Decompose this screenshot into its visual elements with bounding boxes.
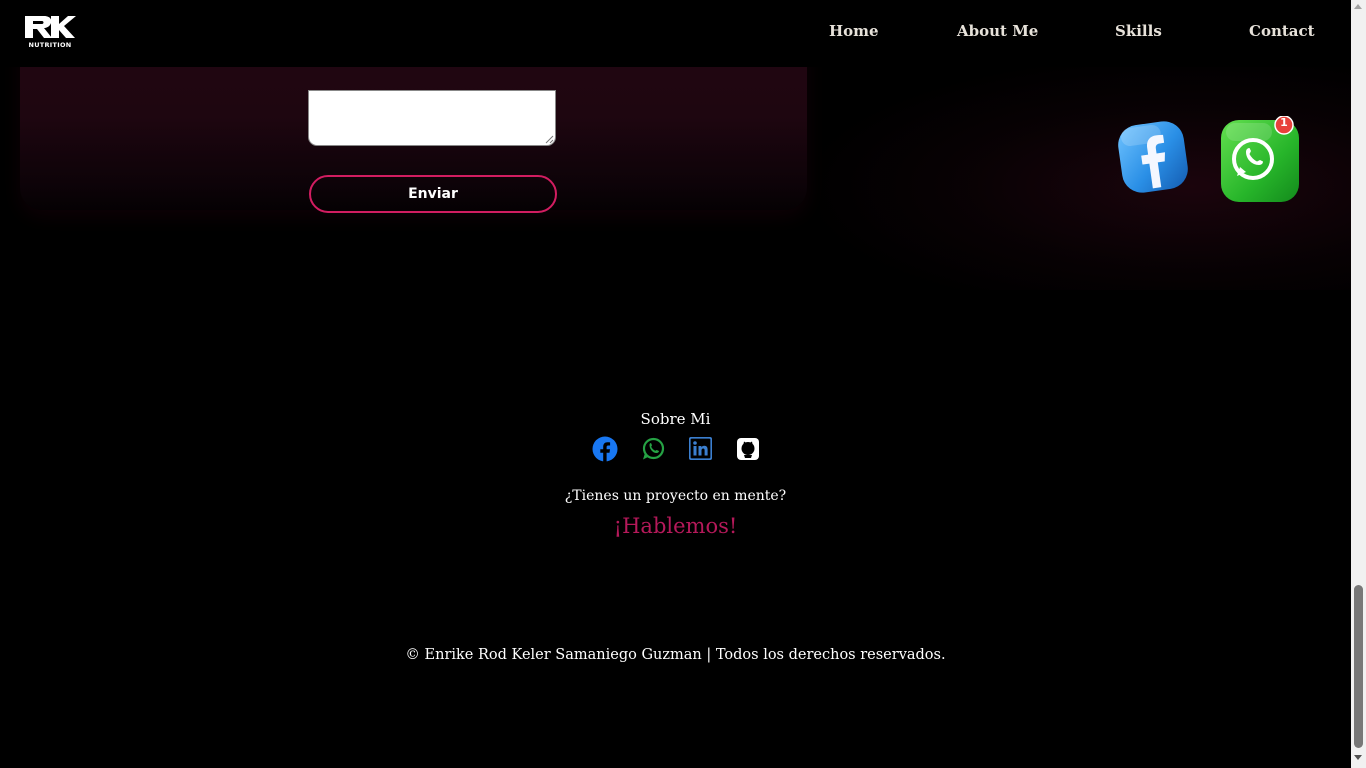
social-links	[592, 436, 762, 462]
notification-badge: 1	[1280, 116, 1288, 129]
resize-handle-icon[interactable]	[545, 135, 554, 144]
linkedin-icon[interactable]	[688, 436, 714, 462]
facebook-app-icon[interactable]	[1116, 118, 1190, 196]
footer-about-title: Sobre Mi	[640, 410, 711, 428]
scrollbar-thumb[interactable]	[1354, 585, 1363, 748]
nav-home[interactable]: Home	[829, 22, 879, 40]
whatsapp-icon[interactable]	[640, 436, 666, 462]
whatsapp-app-icon[interactable]	[1220, 116, 1302, 204]
logo-subtext: NUTRITION	[28, 41, 72, 49]
message-textarea[interactable]	[308, 90, 556, 146]
nav-about-me[interactable]: About Me	[957, 22, 1038, 40]
page: Enviar 1 NUTRITION Home About Me Skills …	[0, 0, 1351, 768]
send-button[interactable]: Enviar	[309, 175, 557, 213]
nav-skills[interactable]: Skills	[1115, 22, 1162, 40]
site-header: NUTRITION Home About Me Skills Contact	[0, 0, 1351, 67]
copyright-text: © Enrike Rod Keler Samaniego Guzman | To…	[405, 647, 946, 663]
rk-monogram-icon	[25, 16, 76, 38]
facebook-icon[interactable]	[592, 436, 618, 462]
project-question: ¿Tienes un proyecto en mente?	[564, 488, 787, 504]
scroll-up-arrow-icon[interactable]	[1354, 4, 1362, 9]
github-icon[interactable]	[735, 436, 761, 462]
scroll-down-arrow-icon[interactable]	[1354, 755, 1362, 760]
vertical-scrollbar[interactable]	[1351, 0, 1366, 768]
lets-talk-link[interactable]: ¡Hablemos!	[0, 514, 1351, 538]
nav-contact[interactable]: Contact	[1249, 22, 1315, 40]
brand-logo[interactable]: NUTRITION	[24, 14, 78, 50]
